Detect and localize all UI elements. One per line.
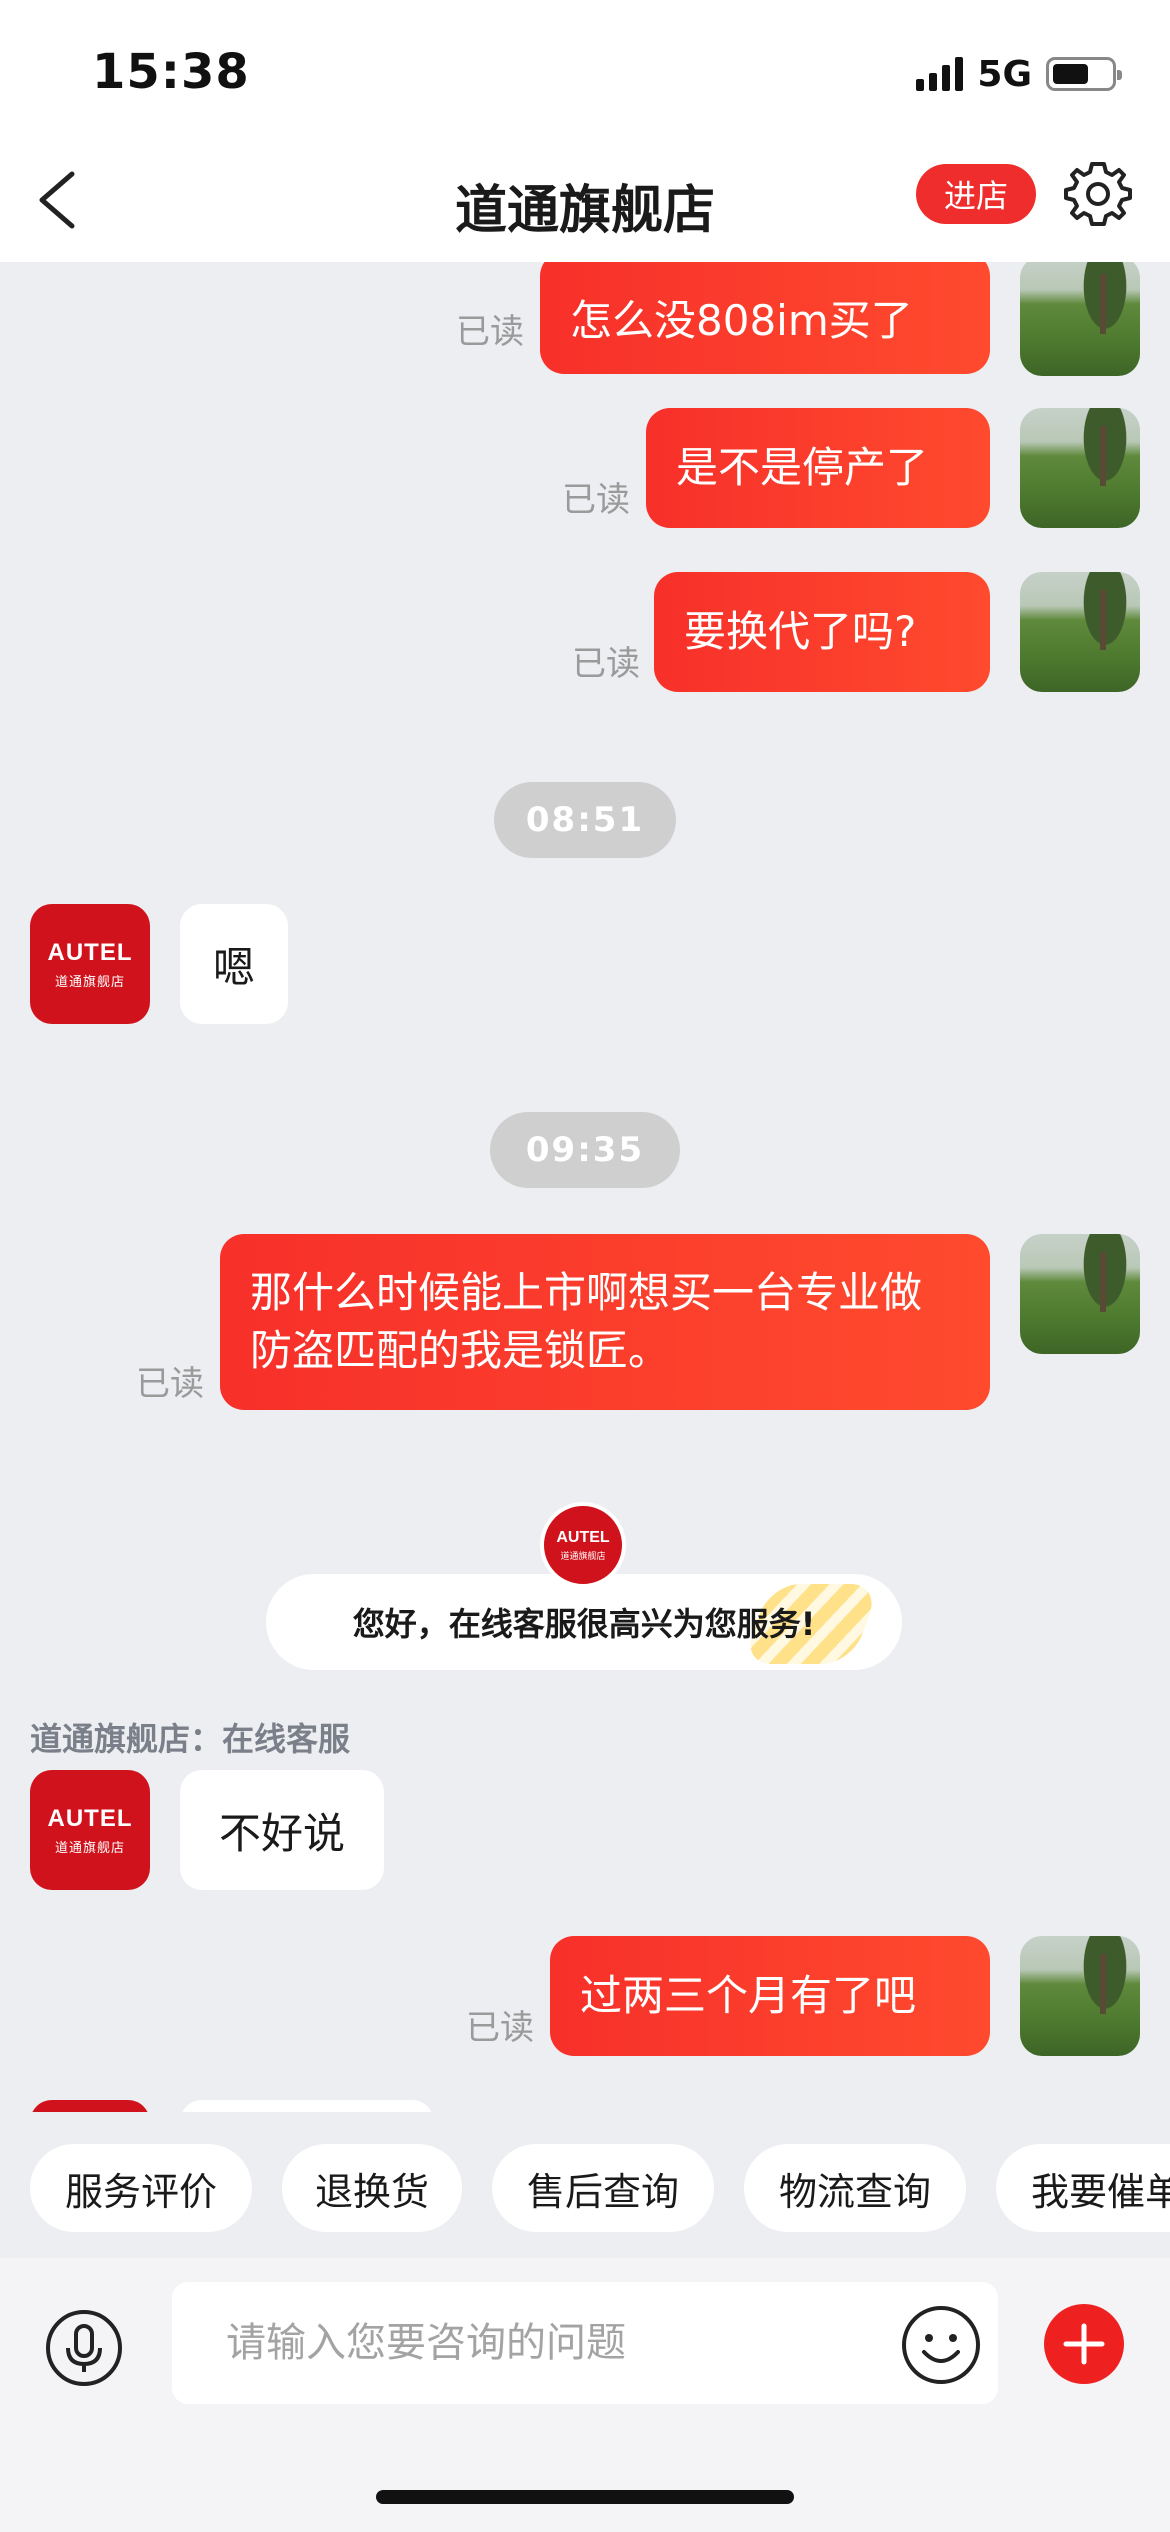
service-logo: AUTEL 道通旗舰店 bbox=[540, 1502, 626, 1588]
read-receipt: 已读 bbox=[136, 1364, 204, 1404]
quick-action-logistics[interactable]: 物流查询 bbox=[744, 2144, 966, 2232]
quick-actions-bar: 服务评价 退换货 售后查询 物流查询 我要催单 bbox=[0, 2112, 1170, 2258]
status-bar: 15:38 5G bbox=[0, 0, 1170, 150]
welcome-banner: 您好，在线客服很高兴为您服务! bbox=[266, 1574, 902, 1670]
sender-name: 道通旗舰店：在线客服 bbox=[30, 1720, 351, 1758]
incoming-message[interactable]: 嗯 bbox=[180, 904, 288, 1024]
brand-logo-subtext: 道通旗舰店 bbox=[560, 1551, 606, 1562]
status-time: 15:38 bbox=[92, 44, 250, 100]
message-input[interactable] bbox=[172, 2282, 998, 2404]
timestamp-divider: 08:51 bbox=[494, 782, 676, 858]
gear-icon bbox=[1064, 162, 1132, 226]
user-avatar[interactable] bbox=[1020, 1936, 1140, 2056]
outgoing-message[interactable]: 要换代了吗? bbox=[654, 572, 990, 692]
brand-logo-text: AUTEL bbox=[556, 1528, 610, 1546]
network-label: 5G bbox=[977, 53, 1032, 95]
incoming-message[interactable] bbox=[180, 2100, 434, 2112]
read-receipt: 已读 bbox=[572, 644, 640, 684]
outgoing-message[interactable]: 怎么没808im买了 bbox=[540, 262, 990, 374]
settings-button[interactable] bbox=[1062, 158, 1134, 230]
user-avatar[interactable] bbox=[1020, 408, 1140, 528]
read-receipt: 已读 bbox=[562, 480, 630, 520]
quick-action-after-sales[interactable]: 售后查询 bbox=[492, 2144, 714, 2232]
plus-icon bbox=[1063, 2323, 1105, 2365]
quick-action-urge-order[interactable]: 我要催单 bbox=[996, 2144, 1170, 2232]
smiley-icon bbox=[902, 2306, 980, 2384]
user-avatar[interactable] bbox=[1020, 262, 1140, 376]
signal-icon bbox=[916, 57, 964, 91]
shop-avatar[interactable] bbox=[30, 2100, 150, 2112]
outgoing-message[interactable]: 是不是停产了 bbox=[646, 408, 990, 528]
chat-messages[interactable]: 已读 怎么没808im买了 已读 是不是停产了 已读 要换代了吗? 08:51 … bbox=[0, 262, 1170, 2112]
brand-logo-subtext: 道通旗舰店 bbox=[54, 974, 125, 990]
home-indicator[interactable] bbox=[376, 2490, 794, 2504]
welcome-text: 您好，在线客服很高兴为您服务! bbox=[352, 1605, 816, 1643]
user-avatar[interactable] bbox=[1020, 572, 1140, 692]
user-avatar[interactable] bbox=[1020, 1234, 1140, 1354]
battery-icon bbox=[1046, 57, 1122, 91]
status-indicators: 5G bbox=[916, 52, 1122, 96]
incoming-message[interactable]: 不好说 bbox=[180, 1770, 384, 1890]
shop-avatar[interactable]: AUTEL 道通旗舰店 bbox=[30, 904, 150, 1024]
brand-logo-text: AUTEL bbox=[47, 938, 133, 966]
outgoing-message[interactable]: 那什么时候能上市啊想买一台专业做防盗匹配的我是锁匠。 bbox=[220, 1234, 990, 1410]
quick-action-service-review[interactable]: 服务评价 bbox=[30, 2144, 252, 2232]
more-options-button[interactable] bbox=[1044, 2304, 1124, 2384]
brand-logo-subtext: 道通旗舰店 bbox=[54, 1840, 125, 1856]
quick-action-return-exchange[interactable]: 退换货 bbox=[282, 2144, 462, 2232]
microphone-icon bbox=[46, 2310, 122, 2386]
emoji-button[interactable] bbox=[900, 2304, 982, 2386]
brand-logo-text: AUTEL bbox=[47, 1804, 133, 1832]
shop-avatar[interactable]: AUTEL 道通旗舰店 bbox=[30, 1770, 150, 1890]
timestamp-divider: 09:35 bbox=[490, 1112, 680, 1188]
read-receipt: 已读 bbox=[466, 2008, 534, 2048]
outgoing-message[interactable]: 过两三个月有了吧 bbox=[550, 1936, 990, 2056]
chat-header: 道通旗舰店 进店 bbox=[0, 150, 1170, 262]
read-receipt: 已读 bbox=[456, 312, 524, 352]
voice-button[interactable] bbox=[44, 2308, 124, 2388]
enter-shop-button[interactable]: 进店 bbox=[916, 164, 1036, 224]
